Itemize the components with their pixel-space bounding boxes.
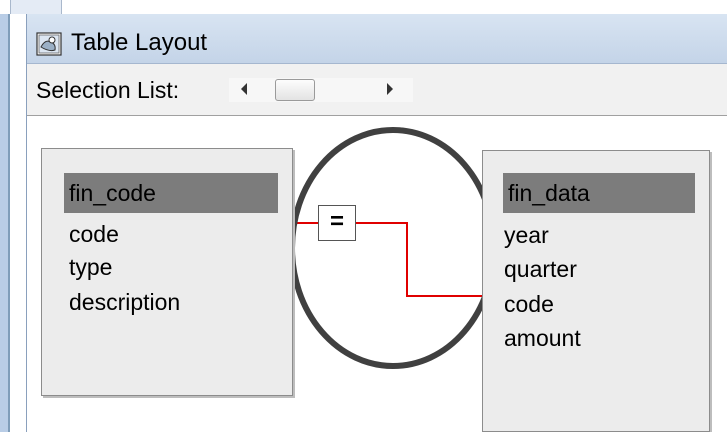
field-amount[interactable]: amount (504, 325, 581, 352)
field-quarter[interactable]: quarter (504, 256, 577, 283)
table-layout-window: Table Layout Selection List: fin_code co… (26, 14, 727, 432)
selection-list-label: Selection List: (36, 77, 180, 103)
field-code[interactable]: code (69, 221, 119, 248)
table-layout-icon (36, 32, 62, 56)
table-fin-code[interactable]: fin_code code type description (41, 148, 293, 396)
field-year[interactable]: year (504, 222, 549, 249)
scroll-left-arrow-icon[interactable] (241, 83, 247, 95)
table-header[interactable]: fin_code (64, 173, 278, 213)
join-operator-button[interactable]: = (318, 205, 356, 241)
field-code[interactable]: code (504, 291, 554, 318)
table-fin-data[interactable]: fin_data year quarter code amount (482, 150, 710, 432)
field-description[interactable]: description (69, 289, 180, 316)
scroll-thumb[interactable] (275, 79, 315, 101)
selection-toolbar: Selection List: (27, 64, 727, 116)
layout-canvas[interactable]: fin_code code type description fin_data … (27, 116, 727, 432)
field-type[interactable]: type (69, 254, 112, 281)
scroll-right-arrow-icon[interactable] (387, 83, 393, 95)
top-tab[interactable] (10, 0, 62, 14)
table-header[interactable]: fin_data (503, 173, 695, 213)
app-left-border-line (8, 0, 10, 432)
app-left-border (0, 0, 8, 432)
window-title: Table Layout (71, 29, 208, 56)
top-strip (0, 0, 727, 14)
selection-list-scrollbar[interactable] (229, 78, 413, 102)
titlebar[interactable]: Table Layout (27, 14, 727, 64)
join-line-right[interactable] (356, 222, 482, 297)
highlight-ellipse (289, 127, 497, 369)
